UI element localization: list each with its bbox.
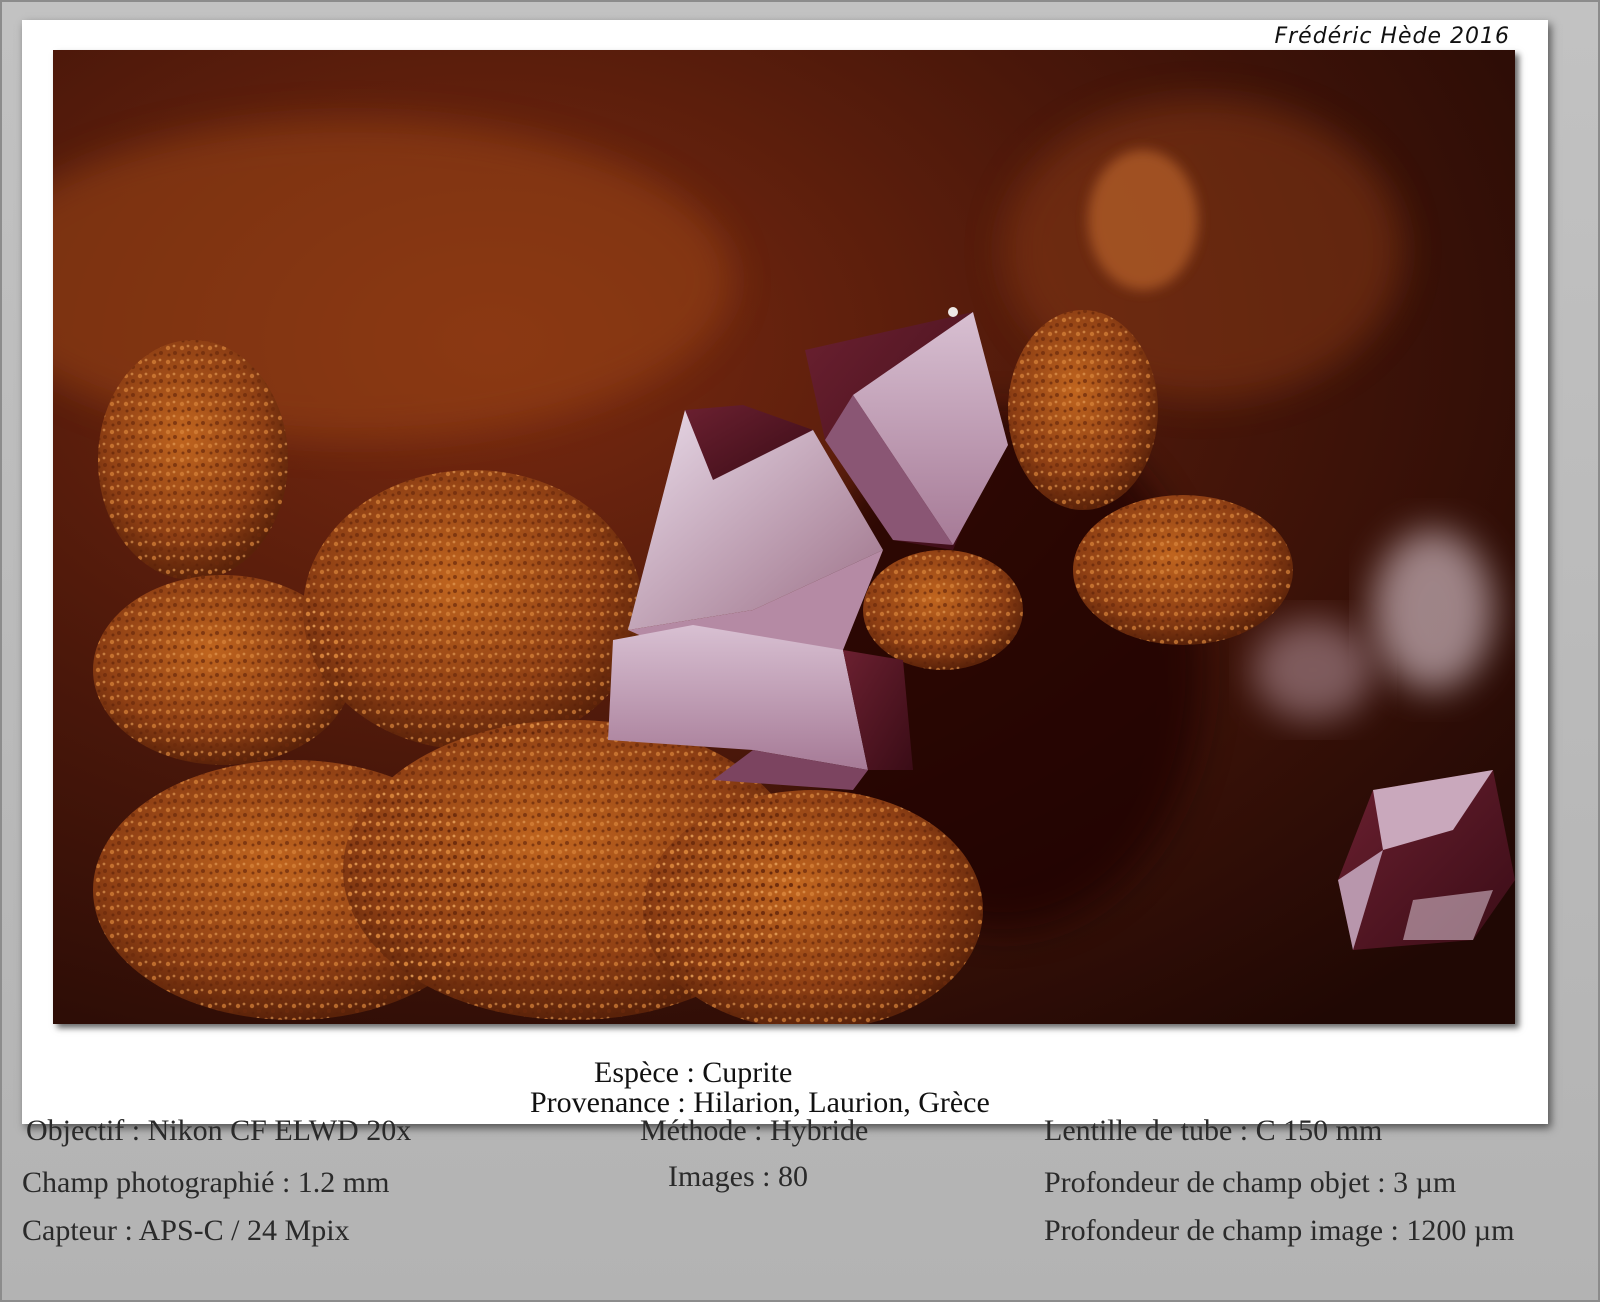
photographer-credit: Frédéric Hède 2016 <box>1274 24 1510 49</box>
spec-image-count: Images : 80 <box>668 1160 808 1193</box>
spec-method: Méthode : Hybride <box>640 1114 869 1147</box>
spec-tube-lens: Lentille de tube : C 150 mm <box>1044 1114 1383 1147</box>
spec-object-dof: Profondeur de champ objet : 3 µm <box>1044 1166 1457 1199</box>
spec-image-dof: Profondeur de champ image : 1200 µm <box>1044 1214 1515 1247</box>
species-caption: Espèce : Cuprite <box>594 1056 793 1089</box>
spec-sensor: Capteur : APS-C / 24 Mpix <box>22 1214 350 1247</box>
spec-field-of-view: Champ photographié : 1.2 mm <box>22 1166 390 1199</box>
photo-card: Frédéric Hède 2016 Espèce: Cuprite Prov… <box>22 20 1548 1124</box>
spec-objective: Objectif : Nikon CF ELWD 20x <box>26 1114 412 1147</box>
mineral-photograph <box>53 50 1515 1024</box>
